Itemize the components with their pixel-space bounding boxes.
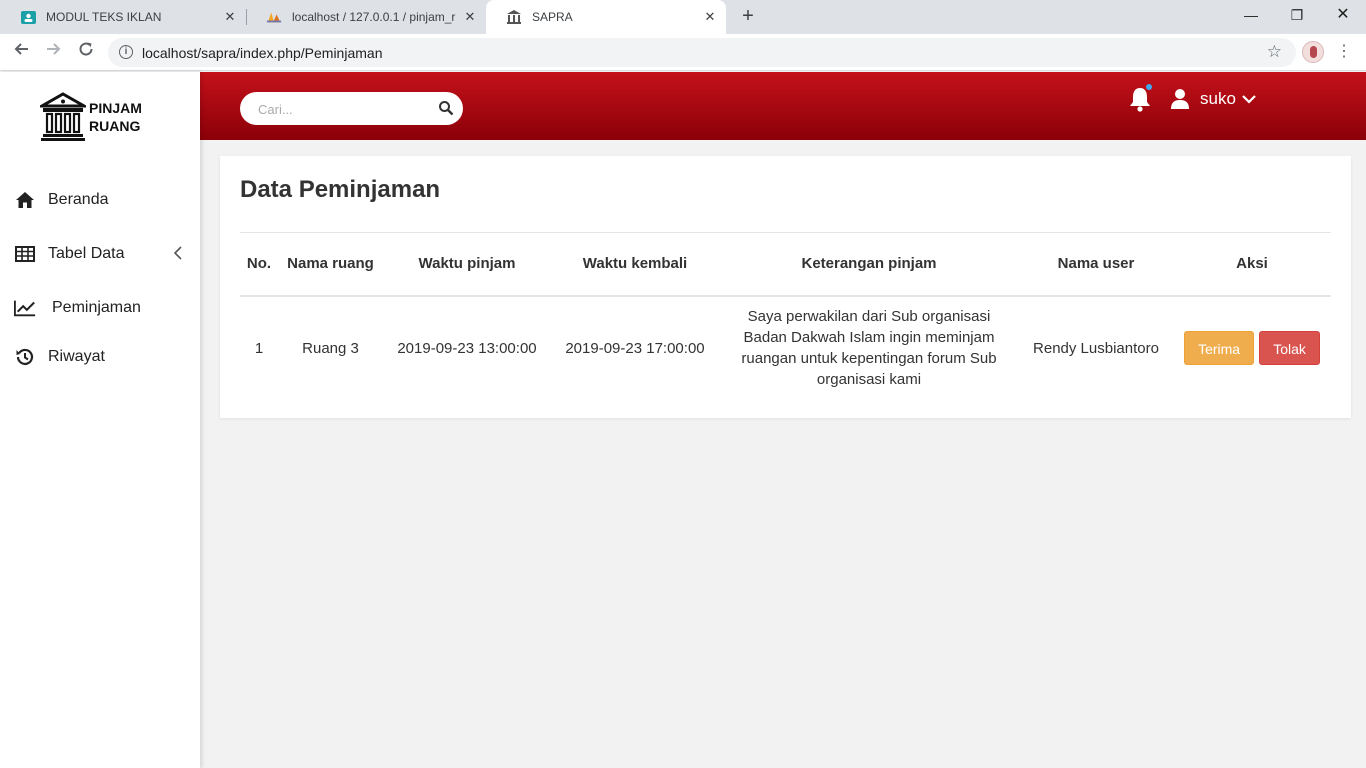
username: suko <box>1200 89 1236 108</box>
column-header-nama-ruang: Nama ruang <box>287 255 374 273</box>
sidebar-item-tabel-data[interactable]: Tabel Data <box>0 236 200 272</box>
brand-line-2: RUANG <box>89 118 141 134</box>
notification-bell-icon[interactable] <box>1129 84 1152 112</box>
browser-tab[interactable]: MODUL TEKS IKLAN ✕ <box>0 0 246 34</box>
minimize-icon[interactable]: — <box>1228 0 1274 30</box>
table-icon <box>14 244 36 264</box>
cell-nama-ruang: Ruang 3 <box>302 339 359 357</box>
terima-button[interactable]: Terima <box>1184 331 1255 365</box>
browser-tab-active[interactable]: SAPRA ✕ <box>486 0 726 34</box>
browser-tab-strip: MODUL TEKS IKLAN ✕ localhost / 127.0.0.1… <box>0 0 1366 34</box>
cell-waktu-pinjam: 2019-09-23 13:00:00 <box>397 339 537 357</box>
page-title: Data Peminjaman <box>240 176 441 203</box>
close-window-icon[interactable]: ✕ <box>1320 0 1366 30</box>
brand-text: PINJAM RUANG <box>89 99 142 135</box>
reload-icon[interactable] <box>74 40 98 64</box>
tolak-button[interactable]: Tolak <box>1259 331 1320 365</box>
table-row: 1 Ruang 3 2019-09-23 13:00:00 2019-09-23… <box>240 296 1331 400</box>
bookmark-star-icon[interactable]: ☆ <box>1267 42 1282 62</box>
bank-icon <box>506 9 522 25</box>
brand-logo[interactable]: PINJAM RUANG <box>40 92 142 142</box>
brand-line-1: PINJAM <box>89 100 142 116</box>
cell-nama-user: Rendy Lusbiantoro <box>1033 339 1159 357</box>
user-menu[interactable]: suko <box>1170 87 1256 111</box>
column-header-keterangan: Keterangan pinjam <box>801 255 937 273</box>
cell-waktu-kembali: 2019-09-23 17:00:00 <box>565 339 705 357</box>
sidebar-item-riwayat[interactable]: Riwayat <box>0 339 200 375</box>
close-tab-icon[interactable]: ✕ <box>462 9 478 25</box>
peminjaman-table: No. Nama ruang Waktu pinjam Waktu kembal… <box>240 232 1331 400</box>
column-header-aksi: Aksi <box>1236 255 1268 273</box>
forward-arrow-icon[interactable] <box>42 40 66 64</box>
cell-no: 1 <box>254 339 264 357</box>
browser-tab[interactable]: localhost / 127.0.0.1 / pinjam_ruang ✕ <box>246 0 486 34</box>
column-header-no: No. <box>246 255 272 273</box>
search-box <box>240 92 463 125</box>
cell-keterangan: Saya perwakilan dari Sub organisasi Bada… <box>741 308 997 388</box>
table-header-row: No. Nama ruang Waktu pinjam Waktu kembal… <box>240 232 1331 296</box>
tab-title: SAPRA <box>532 10 573 24</box>
user-icon <box>1171 89 1189 109</box>
chevron-down-icon[interactable] <box>1242 94 1256 104</box>
building-icon <box>40 92 86 141</box>
sidebar-item-label: Peminjaman <box>52 299 141 316</box>
close-tab-icon[interactable]: ✕ <box>702 9 718 25</box>
home-icon <box>14 190 36 210</box>
chevron-left-icon[interactable] <box>173 246 182 265</box>
info-icon[interactable]: i <box>119 45 133 59</box>
address-bar[interactable]: i localhost/sapra/index.php/Peminjaman ☆ <box>108 38 1296 67</box>
browser-toolbar: i localhost/sapra/index.php/Peminjaman ☆… <box>0 34 1366 71</box>
sidebar-item-label: Tabel Data <box>48 245 125 262</box>
data-peminjaman-card: Data Peminjaman No. Nama ruang Waktu pin… <box>220 156 1351 418</box>
column-header-nama-user: Nama user <box>1057 255 1135 273</box>
top-navbar: suko <box>200 72 1366 140</box>
search-icon[interactable] <box>438 100 454 116</box>
back-arrow-icon[interactable] <box>9 40 33 64</box>
classroom-icon <box>20 9 36 25</box>
history-icon <box>14 347 36 367</box>
line-chart-icon <box>14 298 36 318</box>
more-menu-icon[interactable]: ⋮ <box>1336 40 1352 64</box>
notification-dot <box>1146 84 1152 90</box>
sidebar-item-peminjaman[interactable]: Peminjaman <box>0 290 200 326</box>
tab-title: MODUL TEKS IKLAN <box>46 10 162 24</box>
search-input[interactable] <box>258 99 428 119</box>
sidebar-item-beranda[interactable]: Beranda <box>0 182 200 218</box>
column-header-waktu-pinjam: Waktu pinjam <box>418 255 516 273</box>
tab-title: localhost / 127.0.0.1 / pinjam_ruang <box>292 10 456 24</box>
sidebar-item-label: Beranda <box>48 191 109 208</box>
column-header-waktu-kembali: Waktu kembali <box>582 255 688 273</box>
new-tab-button[interactable]: + <box>737 5 759 27</box>
profile-avatar[interactable] <box>1302 41 1324 63</box>
cell-aksi: Terima Tolak <box>1173 296 1331 400</box>
sidebar: PINJAM RUANG Beranda Tabel Data Peminjam… <box>0 72 200 768</box>
restore-icon[interactable]: ❐ <box>1274 0 1320 30</box>
address-url: localhost/sapra/index.php/Peminjaman <box>142 45 383 61</box>
sidebar-item-label: Riwayat <box>48 348 105 365</box>
phpmyadmin-icon <box>266 9 282 25</box>
close-tab-icon[interactable]: ✕ <box>222 9 238 25</box>
